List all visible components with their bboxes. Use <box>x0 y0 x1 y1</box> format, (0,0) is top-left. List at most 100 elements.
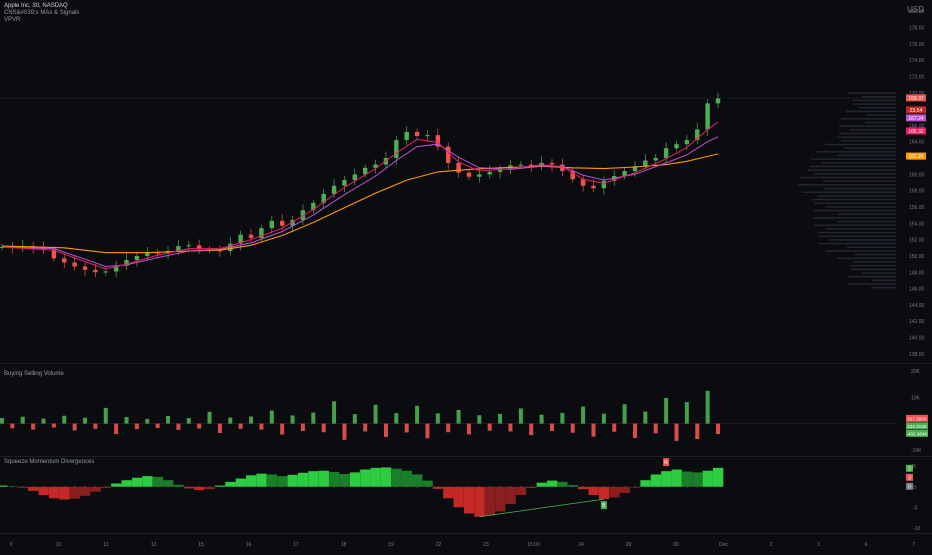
squeeze-dot <box>686 485 688 488</box>
momentum-pane-title[interactable]: Squeeze Momentum Divergences <box>4 459 94 465</box>
candle-body <box>269 220 274 229</box>
ma-mid-line <box>1 136 719 268</box>
time-axis-tick: 15:00 <box>527 542 540 548</box>
candle-body <box>580 179 586 186</box>
momentum-bar <box>380 467 392 487</box>
vpvr-bar <box>808 169 896 171</box>
price-label: 162.24 <box>908 154 924 160</box>
squeeze-dot <box>520 485 522 488</box>
vpvr-bar <box>851 268 896 271</box>
momentum-bar <box>349 472 361 487</box>
vpvr-bar <box>837 154 896 157</box>
volume-bar <box>549 423 554 431</box>
candle-body <box>134 255 140 261</box>
time-axis-tick: 17 <box>293 542 299 548</box>
price-axis-tick: 164.00 <box>909 140 925 146</box>
volume-bar <box>103 407 108 424</box>
volume-bar <box>446 423 451 433</box>
time-axis-tick: 23 <box>483 542 489 548</box>
squeeze-dot <box>136 485 138 488</box>
momentum-bar <box>235 478 246 487</box>
price-axis-tick: 146.00 <box>909 287 925 293</box>
volume-bar <box>342 423 347 440</box>
time-axis-tick: 9 <box>10 542 13 548</box>
chart-root[interactable]: 138.00 140.00 142.00 144.00 146.00 148.00 150.… <box>0 0 932 550</box>
volume-bar <box>238 423 243 429</box>
momentum-bar <box>339 474 350 487</box>
momentum-bar <box>246 475 257 487</box>
volume-bar <box>643 411 648 424</box>
vpvr-bar <box>844 147 896 149</box>
squeeze-dot <box>675 485 678 488</box>
volume-bar <box>352 414 357 424</box>
momentum-bar <box>515 486 527 495</box>
time-axis-tick: 7 <box>912 542 915 548</box>
volume-bar <box>114 423 119 435</box>
squeeze-dot <box>706 485 709 488</box>
vpvr-bar <box>814 202 896 204</box>
candle-body <box>591 185 596 189</box>
squeeze-dot <box>260 485 263 488</box>
price-axis-tick: 174.00 <box>909 58 925 64</box>
squeeze-dot <box>623 485 626 488</box>
volume-bar <box>632 423 637 438</box>
momentum-bar <box>48 486 60 499</box>
pane-separator <box>0 456 932 457</box>
squeeze-dot <box>312 485 315 488</box>
volume-bar <box>269 410 274 424</box>
volume-bar <box>664 397 669 424</box>
squeeze-dot <box>198 485 200 488</box>
candle-body <box>93 269 98 273</box>
time-axis-tick: 24 <box>578 542 584 548</box>
volume-bar <box>529 423 534 436</box>
volume-bar <box>622 404 627 424</box>
squeeze-dot <box>53 485 55 488</box>
momentum-bar <box>131 477 143 487</box>
volume-bar <box>477 415 482 424</box>
volume-bar <box>321 423 326 433</box>
vpvr-bar <box>814 173 896 175</box>
volume-bar <box>207 411 212 424</box>
vpvr-bar <box>802 191 896 193</box>
price-axis-tick: 154.00 <box>909 221 925 227</box>
momentum-bar <box>256 473 267 487</box>
momentum-bar <box>401 470 412 487</box>
price-axis-tick: 172.00 <box>909 74 925 80</box>
vpvr-bar <box>871 286 896 289</box>
candle-body <box>425 135 430 137</box>
squeeze-dot <box>592 485 595 488</box>
squeeze-dot <box>281 485 283 488</box>
vpvr-bar <box>853 99 896 102</box>
momentum-bar <box>391 468 402 487</box>
candle-body <box>186 245 191 247</box>
symbol-title[interactable]: Apple Inc, 30, NASDAQ <box>4 3 79 10</box>
volume-bar <box>186 418 191 424</box>
vpvr-bar <box>800 176 896 179</box>
momentum-axis-tick: 0 <box>913 485 916 491</box>
squeeze-dot <box>73 485 76 488</box>
momentum-axis-tick: -5 <box>913 505 918 511</box>
vpvr-bar <box>859 107 896 109</box>
vpvr-bar <box>837 257 896 259</box>
indicator-vpvr[interactable]: VPVR <box>4 17 79 24</box>
squeeze-dot <box>488 485 491 488</box>
squeeze-dot <box>11 485 14 488</box>
squeeze-dot <box>354 485 356 488</box>
volume-bar <box>259 423 264 430</box>
volume-pane-title[interactable]: Buying Selling Volume <box>4 371 64 377</box>
momentum-bar <box>163 480 174 487</box>
indicator-ma-signals[interactable]: CNS&#039;s MAs & Signals <box>4 10 79 17</box>
vpvr-bar <box>813 209 896 212</box>
chart-svg[interactable]: 138.00 140.00 142.00 144.00 146.00 148.00 150.… <box>0 0 932 550</box>
volume-axis-tick: 10K <box>911 395 921 401</box>
price-label: 169.37 <box>908 96 924 102</box>
time-axis-tick: 11 <box>103 542 108 548</box>
candle-body <box>715 98 721 104</box>
time-axis-tick: 10 <box>56 542 62 548</box>
time-axis-tick: 3 <box>817 542 820 548</box>
momentum-bar <box>69 486 80 499</box>
volume-label: 107.386K <box>907 416 928 421</box>
momentum-bar <box>142 476 153 487</box>
currency-label[interactable]: USD <box>907 5 924 14</box>
momentum-bar <box>702 470 713 487</box>
